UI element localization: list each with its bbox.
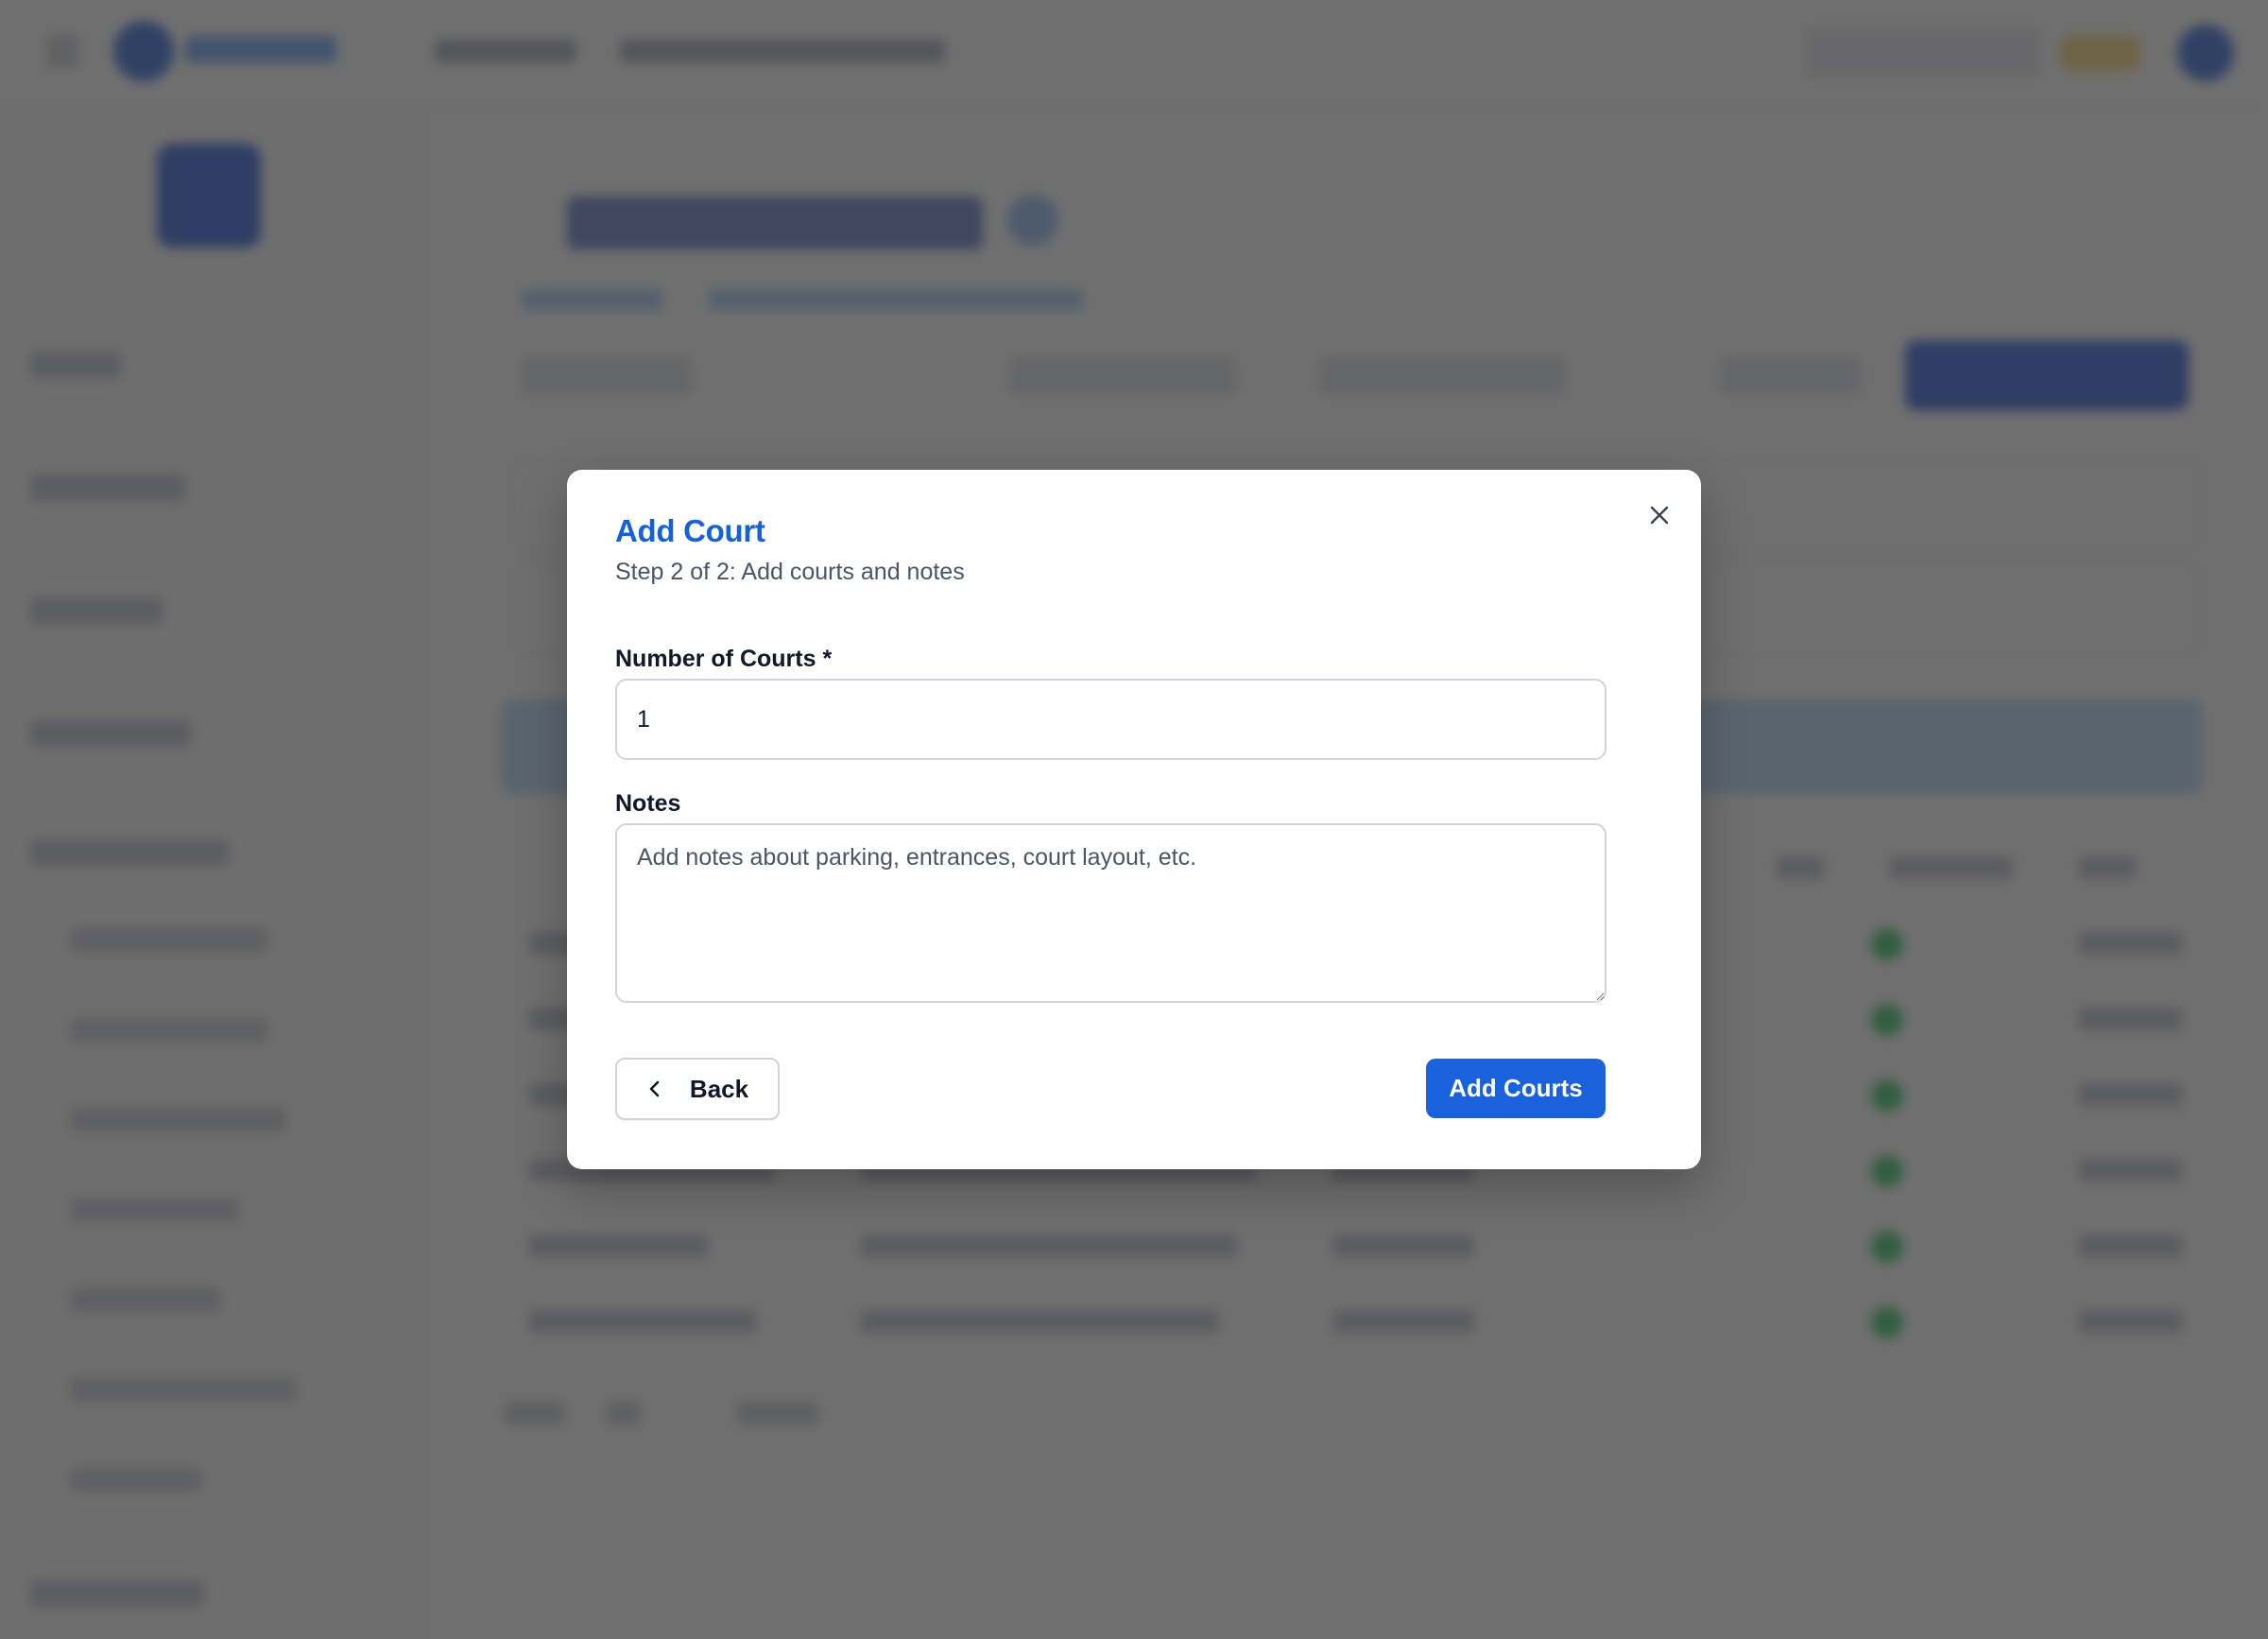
dialog-subtitle: Step 2 of 2: Add courts and notes <box>615 559 965 585</box>
courts-label: Number of Courts * <box>615 646 833 672</box>
close-icon <box>1650 506 1669 525</box>
chevron-left-icon <box>649 1080 660 1097</box>
back-button[interactable]: Back <box>615 1058 780 1120</box>
add-courts-button-label: Add Courts <box>1449 1074 1583 1102</box>
add-court-dialog: Add Court Step 2 of 2: Add courts and no… <box>567 470 1701 1169</box>
add-courts-button[interactable]: Add Courts <box>1426 1059 1606 1118</box>
notes-label: Notes <box>615 790 681 817</box>
back-button-label: Back <box>689 1074 749 1103</box>
notes-textarea[interactable] <box>615 823 1606 1003</box>
close-button[interactable] <box>1641 496 1678 534</box>
dialog-title: Add Court <box>615 513 765 548</box>
number-of-courts-input[interactable] <box>615 679 1606 760</box>
